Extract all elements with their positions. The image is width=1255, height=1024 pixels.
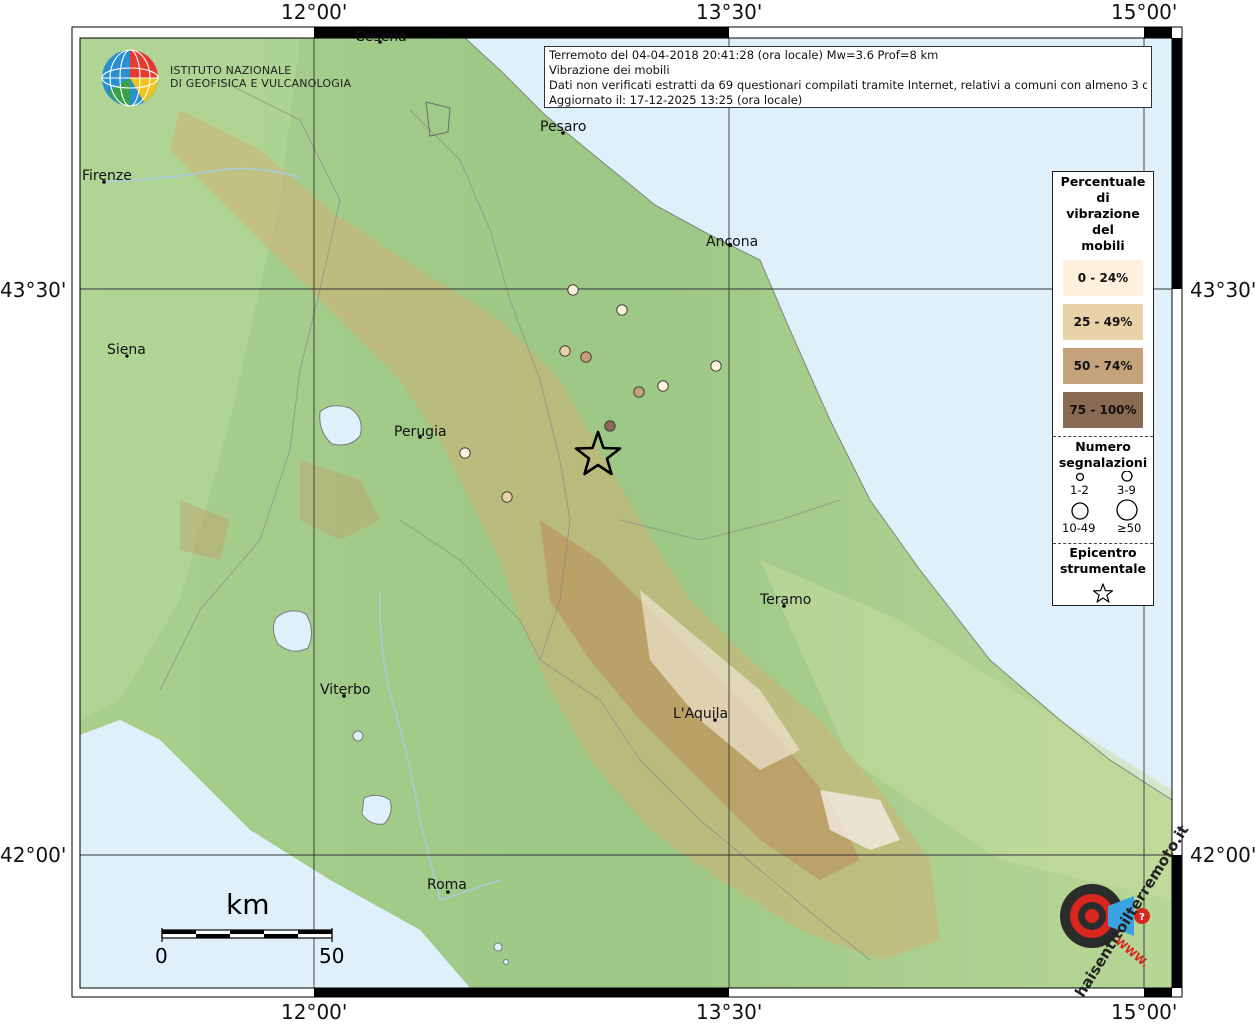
legend-count-title: Numero segnalazioni	[1053, 439, 1153, 471]
legend-count-label: ≥50	[1117, 521, 1142, 535]
observation-point	[604, 420, 616, 432]
haisentito-logo-icon: ?	[1060, 884, 1150, 948]
city-label-viterbo: Viterbo	[320, 682, 371, 698]
legend-title-line: di	[1096, 190, 1110, 205]
legend-class-label: 50 - 74%	[1073, 359, 1133, 373]
legend-class-0: 0 - 24%	[1063, 260, 1143, 296]
legend-class-label: 0 - 24%	[1077, 271, 1129, 285]
left-tick-42: 42°00'	[0, 843, 67, 867]
left-tick-4330: 43°30'	[0, 278, 67, 302]
event-subtitle: Vibrazione dei mobili	[549, 63, 670, 77]
legend-star-icon	[1092, 583, 1114, 603]
ingv-logo-line2: DI GEOFISICA E VULCANOLOGIA	[170, 77, 352, 90]
legend-count-title-line: Numero	[1075, 439, 1131, 454]
legend-count-title-line: segnalazioni	[1058, 455, 1148, 470]
right-tick-42: 42°00'	[1190, 843, 1255, 867]
legend-count-label: 1-2	[1070, 483, 1089, 497]
event-info-box: Terremoto del 04-04-2018 20:41:28 (ora l…	[544, 46, 1152, 108]
bottom-tick-1330: 13°30'	[696, 1000, 763, 1024]
lake-bolsena	[272, 610, 312, 652]
legend-epicenter-title: Epicentro strumentale	[1053, 545, 1153, 577]
observation-point	[567, 284, 579, 296]
legend-class-1: 25 - 49%	[1063, 304, 1143, 340]
map-legend: Percentuale di vibrazione del mobili 0 -…	[1052, 171, 1154, 606]
city-label-pesaro: Pesaro	[540, 119, 587, 135]
legend-epicenter-title-line: strumentale	[1059, 561, 1147, 576]
legend-class-label: 75 - 100%	[1069, 403, 1137, 417]
top-tick-15: 15°00'	[1111, 0, 1178, 24]
top-tick-1330: 13°30'	[696, 0, 763, 24]
observation-point	[580, 351, 592, 363]
legend-title-line: del	[1092, 222, 1114, 237]
ingv-globe-icon	[101, 49, 159, 107]
legend-title: Percentuale di vibrazione del mobili	[1053, 173, 1153, 254]
city-label-perugia: Perugia	[394, 424, 447, 440]
legend-count-label: 3-9	[1117, 483, 1136, 497]
city-label-roma: Roma	[427, 877, 467, 893]
observation-point	[616, 304, 628, 316]
event-updated: Aggiornato il: 17-12-2025 13:25 (ora loc…	[549, 93, 803, 107]
event-note: Dati non verificati estratti da 69 quest…	[549, 78, 1147, 92]
city-label-ancona: Ancona	[706, 234, 759, 250]
event-title: Terremoto del 04-04-2018 20:41:28 (ora l…	[549, 48, 939, 62]
legend-title-line: mobili	[1081, 238, 1125, 253]
legend-separator	[1053, 543, 1153, 544]
city-label-teramo: Teramo	[760, 592, 812, 608]
city-label-firenze: Firenze	[82, 168, 132, 184]
legend-title-line: Percentuale	[1060, 174, 1146, 189]
scale-end: 50	[319, 944, 345, 968]
legend-class-label: 25 - 49%	[1073, 315, 1133, 329]
scale-start: 0	[155, 944, 168, 968]
legend-epicenter-title-line: Epicentro	[1069, 545, 1137, 560]
legend-title-line: vibrazione	[1066, 206, 1140, 221]
ingv-logo-line1: ISTITUTO NAZIONALE	[170, 64, 292, 77]
observation-point	[710, 360, 722, 372]
legend-separator	[1053, 436, 1153, 437]
legend-count-label: 10-49	[1062, 521, 1096, 535]
legend-class-3: 75 - 100%	[1063, 392, 1143, 428]
right-tick-4330: 43°30'	[1190, 278, 1255, 302]
observation-point	[657, 380, 669, 392]
scale-bar	[161, 928, 333, 942]
city-label-cesena: Cesena	[355, 29, 407, 45]
observation-point	[459, 447, 471, 459]
bottom-tick-12: 12°00'	[281, 1000, 348, 1024]
city-label-siena: Siena	[107, 342, 146, 358]
observation-point	[559, 345, 571, 357]
legend-class-2: 50 - 74%	[1063, 348, 1143, 384]
ingv-logo-text: ISTITUTO NAZIONALE DI GEOFISICA E VULCAN…	[170, 64, 351, 90]
legend-count-symbols: 1-2 3-9 10-49 ≥50	[1053, 471, 1153, 543]
scale-unit: km	[226, 888, 270, 921]
city-label-laquila: L'Aquila	[673, 706, 729, 722]
observation-point	[633, 386, 645, 398]
top-tick-12: 12°00'	[281, 0, 348, 24]
observation-point	[501, 491, 513, 503]
svg-text:?: ?	[1139, 912, 1145, 923]
bottom-tick-15: 15°00'	[1111, 1000, 1178, 1024]
